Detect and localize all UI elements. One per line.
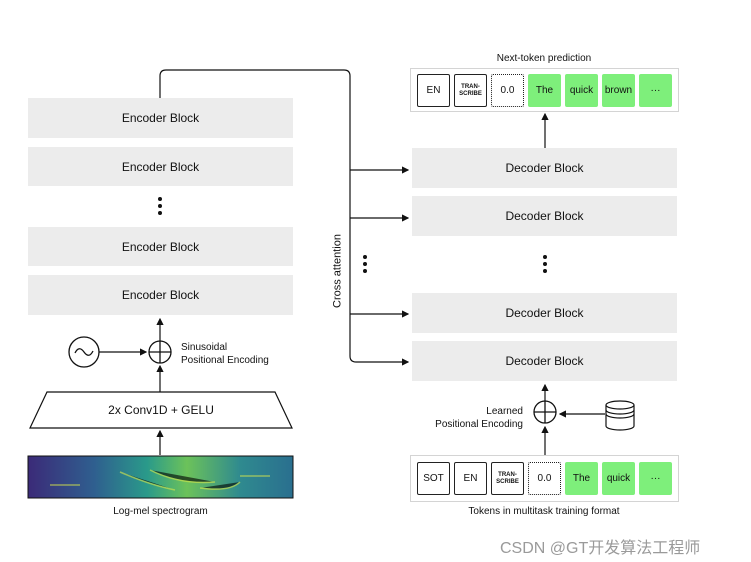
sine-wave-icon bbox=[68, 336, 100, 368]
spectrogram-image bbox=[27, 455, 294, 499]
token: EN bbox=[454, 462, 487, 495]
whisper-architecture-diagram: Encoder Block Encoder Block Encoder Bloc… bbox=[0, 0, 751, 562]
sinusoidal-label-1: Sinusoidal bbox=[181, 342, 228, 353]
token: TRAN- SCRIBE bbox=[454, 74, 487, 107]
add-icon bbox=[148, 340, 172, 364]
spectrogram-label: Log-mel spectrogram bbox=[113, 506, 208, 517]
token: TRAN- SCRIBE bbox=[491, 462, 524, 495]
learned-label-2: Positional Encoding bbox=[435, 419, 523, 430]
token: The bbox=[528, 74, 561, 107]
next-token-title: Next-token prediction bbox=[496, 53, 592, 64]
token: quick bbox=[565, 74, 598, 107]
decoder-block: Decoder Block bbox=[412, 341, 677, 381]
decoder-block: Decoder Block bbox=[412, 196, 677, 236]
token: 0.0 bbox=[491, 74, 524, 107]
encoder-block: Encoder Block bbox=[28, 227, 293, 266]
learned-label-1: Learned bbox=[486, 406, 523, 417]
token: SOT bbox=[417, 462, 450, 495]
cross-attention-label: Cross attention bbox=[331, 234, 344, 308]
sinusoidal-label-2: Positional Encoding bbox=[181, 355, 269, 366]
token: brown bbox=[602, 74, 635, 107]
token: quick bbox=[602, 462, 635, 495]
input-tokens-title: Tokens in multitask training format bbox=[468, 506, 620, 517]
output-token-row: EN TRAN- SCRIBE 0.0 The quick brown ··· bbox=[410, 68, 679, 112]
decoder-block: Decoder Block bbox=[412, 293, 677, 333]
encoder-block: Encoder Block bbox=[28, 275, 293, 315]
encoder-block: Encoder Block bbox=[28, 98, 293, 138]
input-token-row: SOT EN TRAN- SCRIBE 0.0 The quick ··· bbox=[410, 455, 679, 502]
token: ··· bbox=[639, 462, 672, 495]
decoder-block: Decoder Block bbox=[412, 148, 677, 188]
watermark: CSDN @GT开发算法工程师 bbox=[500, 540, 701, 557]
token: The bbox=[565, 462, 598, 495]
encoder-block: Encoder Block bbox=[28, 147, 293, 186]
token: ··· bbox=[639, 74, 672, 107]
token: 0.0 bbox=[528, 462, 561, 495]
token: EN bbox=[417, 74, 450, 107]
conv-label: 2x Conv1D + GELU bbox=[108, 403, 214, 417]
database-icon bbox=[605, 400, 635, 431]
add-icon bbox=[533, 400, 557, 424]
